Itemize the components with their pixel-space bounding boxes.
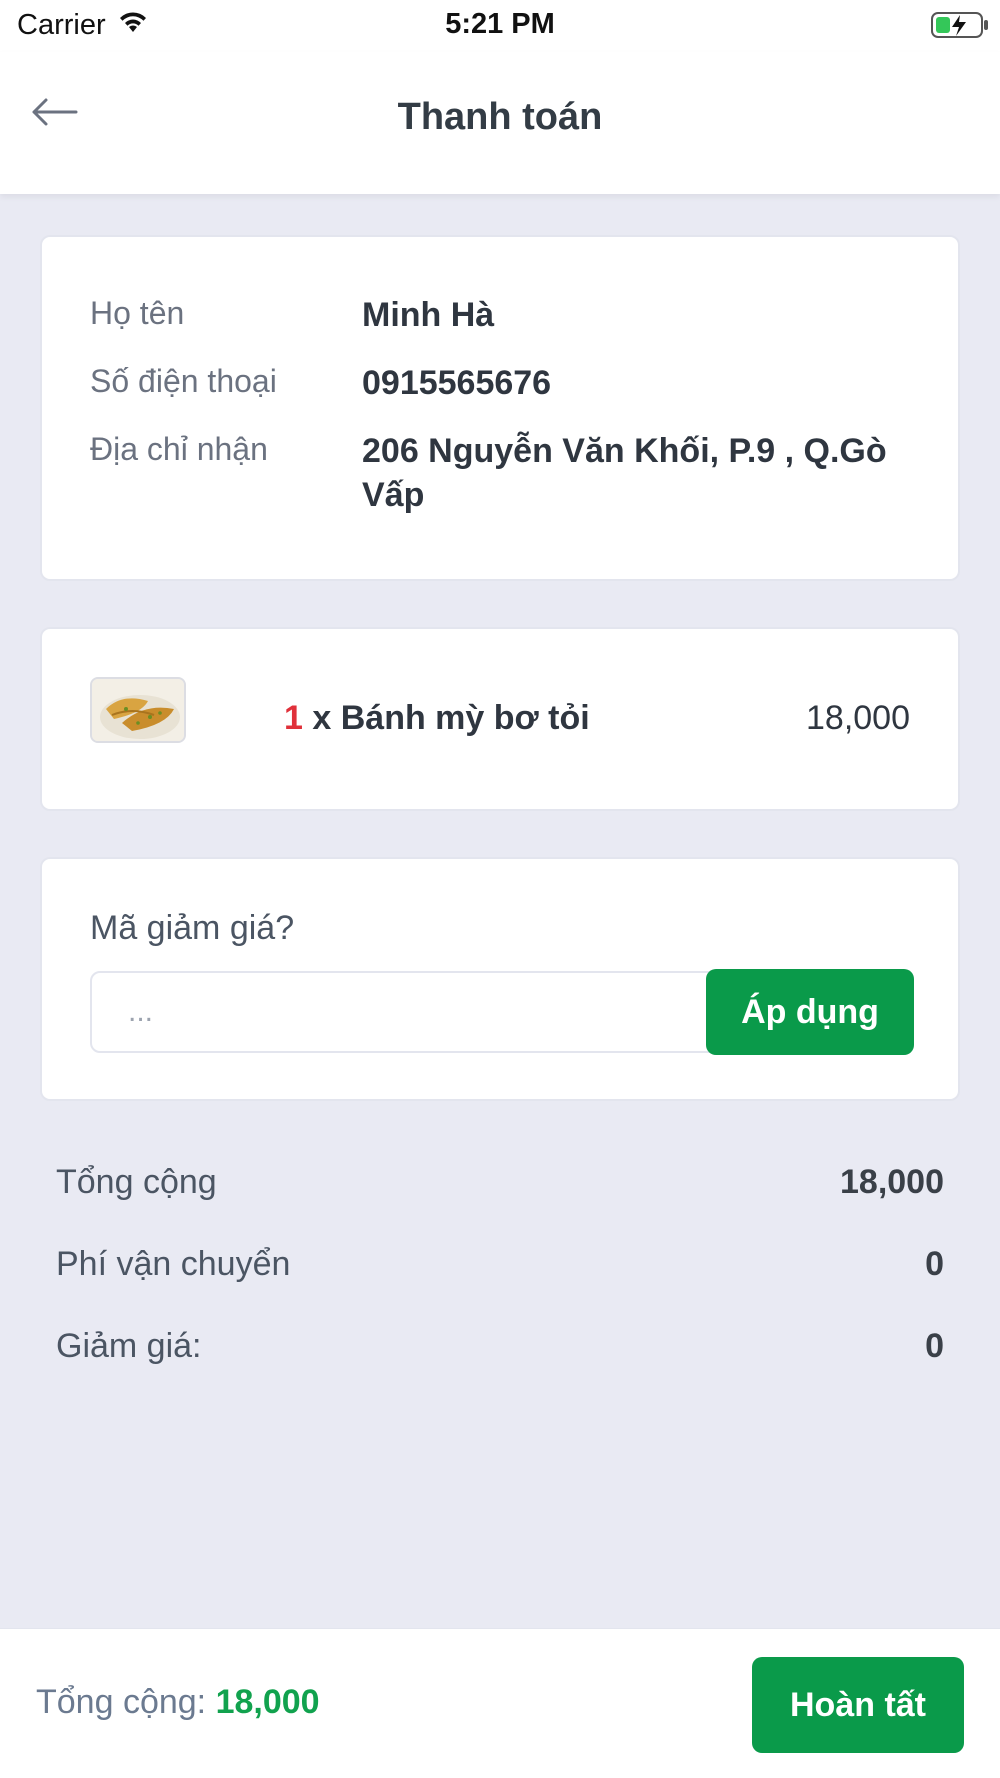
shipping-label: Phí vận chuyển bbox=[56, 1245, 291, 1283]
discount-row: Giảm giá: 0 bbox=[56, 1327, 944, 1377]
coupon-label: Mã giảm giá? bbox=[90, 909, 295, 947]
address-value: 206 Nguyễn Văn Khối, P.9 , Q.Gò Vấp bbox=[362, 432, 887, 514]
footer-total-label: Tổng cộng: bbox=[36, 1683, 207, 1721]
footer-total-value: 18,000 bbox=[215, 1683, 320, 1721]
order-item-card: 1 x Bánh mỳ bơ tỏi 18,000 bbox=[40, 627, 960, 811]
name-value: Minh Hà bbox=[362, 296, 495, 334]
shipping-row: Phí vận chuyển 0 bbox=[56, 1245, 944, 1295]
phone-label: Số điện thoại bbox=[90, 363, 277, 399]
page-title: Thanh toán bbox=[397, 96, 603, 138]
item-price: 18,000 bbox=[806, 699, 910, 737]
address-label: Địa chỉ nhận bbox=[90, 431, 268, 467]
name-label: Họ tên bbox=[90, 295, 185, 331]
subtotal-label: Tổng cộng bbox=[56, 1163, 217, 1201]
status-time: 5:21 PM bbox=[445, 8, 555, 40]
discount-value: 0 bbox=[925, 1327, 944, 1365]
item-quantity: 1 bbox=[284, 699, 303, 737]
apply-coupon-button[interactable]: Áp dụng bbox=[706, 969, 914, 1055]
subtotal-value: 18,000 bbox=[840, 1163, 944, 1201]
subtotal-row: Tổng cộng 18,000 bbox=[56, 1163, 944, 1213]
coupon-input[interactable] bbox=[90, 971, 730, 1053]
item-title: x Bánh mỳ bơ tỏi bbox=[312, 699, 590, 737]
checkout-footer: Tổng cộng: 18,000 Hoàn tất bbox=[0, 1628, 1000, 1778]
item-name: 1 x Bánh mỳ bơ tỏi bbox=[284, 699, 590, 738]
discount-label: Giảm giá: bbox=[56, 1327, 202, 1365]
finish-button[interactable]: Hoàn tất bbox=[752, 1657, 964, 1753]
garlic-bread-image bbox=[90, 677, 186, 743]
shipping-value: 0 bbox=[925, 1245, 944, 1283]
app-header: Thanh toán bbox=[0, 52, 1000, 194]
customer-info-card: Họ tên Minh Hà Số điện thoại 0915565676 … bbox=[40, 235, 960, 581]
phone-value: 0915565676 bbox=[362, 364, 552, 402]
footer-total: Tổng cộng: 18,000 bbox=[36, 1683, 320, 1722]
coupon-card: Mã giảm giá? Áp dụng bbox=[40, 857, 960, 1101]
battery-charging-icon bbox=[930, 10, 990, 45]
status-bar: Carrier 5:21 PM bbox=[0, 0, 1000, 52]
